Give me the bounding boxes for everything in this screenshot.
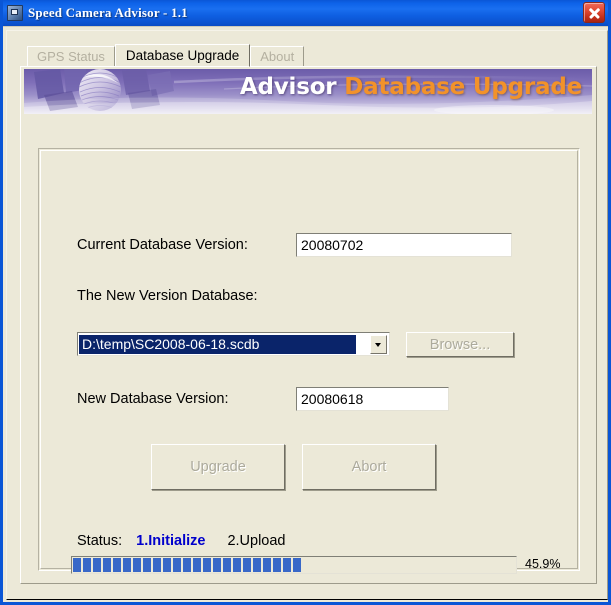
browse-button[interactable]: Browse... [406, 332, 514, 357]
progress-segment [73, 558, 81, 572]
progress-percent-label: 45.9% [525, 557, 561, 571]
window-title: Speed Camera Advisor - 1.1 [28, 5, 188, 20]
progress-segment [143, 558, 151, 572]
upgrade-button[interactable]: Upgrade [151, 444, 285, 490]
client-area: GPS Status Database Upgrade About Adviso… [3, 26, 608, 602]
progress-segment [243, 558, 251, 572]
new-version-database-label: The New Version Database: [77, 288, 258, 304]
title-bar: Speed Camera Advisor - 1.1 [3, 0, 608, 26]
tab-about[interactable]: About [250, 46, 305, 66]
window-controls [583, 2, 605, 23]
banner-word-advisor: Advisor [239, 74, 337, 100]
status-label: Status: [77, 533, 123, 549]
progress-segment [93, 558, 101, 572]
tab-gps-status[interactable]: GPS Status [27, 46, 115, 66]
status-step-upload: 2.Upload [227, 533, 286, 549]
progress-segment [293, 558, 301, 572]
chevron-down-icon[interactable] [370, 334, 387, 354]
app-icon [7, 5, 23, 21]
progress-segment [283, 558, 291, 572]
progress-bar [71, 556, 517, 574]
tab-strip: GPS Status Database Upgrade About [27, 44, 305, 67]
current-database-version-field[interactable]: 20080702 [296, 233, 512, 257]
tab-database-upgrade[interactable]: Database Upgrade [114, 44, 251, 67]
status-step-initialize: 1.Initialize [136, 533, 206, 549]
banner-word-database-upgrade: Database Upgrade [344, 74, 582, 100]
banner: Advisor Database Upgrade [24, 69, 592, 114]
progress-segment [273, 558, 281, 572]
tab-page-database-upgrade: Advisor Database Upgrade Current Databas… [20, 66, 597, 584]
progress-segment [103, 558, 111, 572]
group-box-inner-border [40, 150, 578, 569]
progress-segment [193, 558, 201, 572]
progress-segment [153, 558, 161, 572]
current-database-version-label: Current Database Version: [77, 237, 248, 253]
application-window: Speed Camera Advisor - 1.1 GPS Status Da… [0, 0, 611, 605]
progress-bar-fill [73, 558, 515, 572]
progress-segment [223, 558, 231, 572]
progress-segment [183, 558, 191, 572]
database-path-value: D:\temp\SC2008-06-18.scdb [79, 334, 356, 354]
progress-segment [213, 558, 221, 572]
progress-segment [173, 558, 181, 572]
progress-segment [233, 558, 241, 572]
progress-segment [133, 558, 141, 572]
banner-title: Advisor Database Upgrade [240, 74, 582, 100]
progress-segment [263, 558, 271, 572]
progress-segment [203, 558, 211, 572]
new-database-version-label: New Database Version: [77, 391, 229, 407]
progress-segment [83, 558, 91, 572]
status-row: Status: 1.Initialize 2.Upload [77, 533, 286, 549]
database-path-combobox[interactable]: D:\temp\SC2008-06-18.scdb [77, 332, 390, 356]
upgrade-group-box [38, 148, 580, 571]
progress-segment [123, 558, 131, 572]
new-database-version-field[interactable]: 20080618 [296, 387, 449, 411]
progress-segment [113, 558, 121, 572]
progress-segment [253, 558, 261, 572]
close-icon[interactable] [583, 2, 605, 23]
progress-segment [163, 558, 171, 572]
abort-button[interactable]: Abort [302, 444, 436, 490]
